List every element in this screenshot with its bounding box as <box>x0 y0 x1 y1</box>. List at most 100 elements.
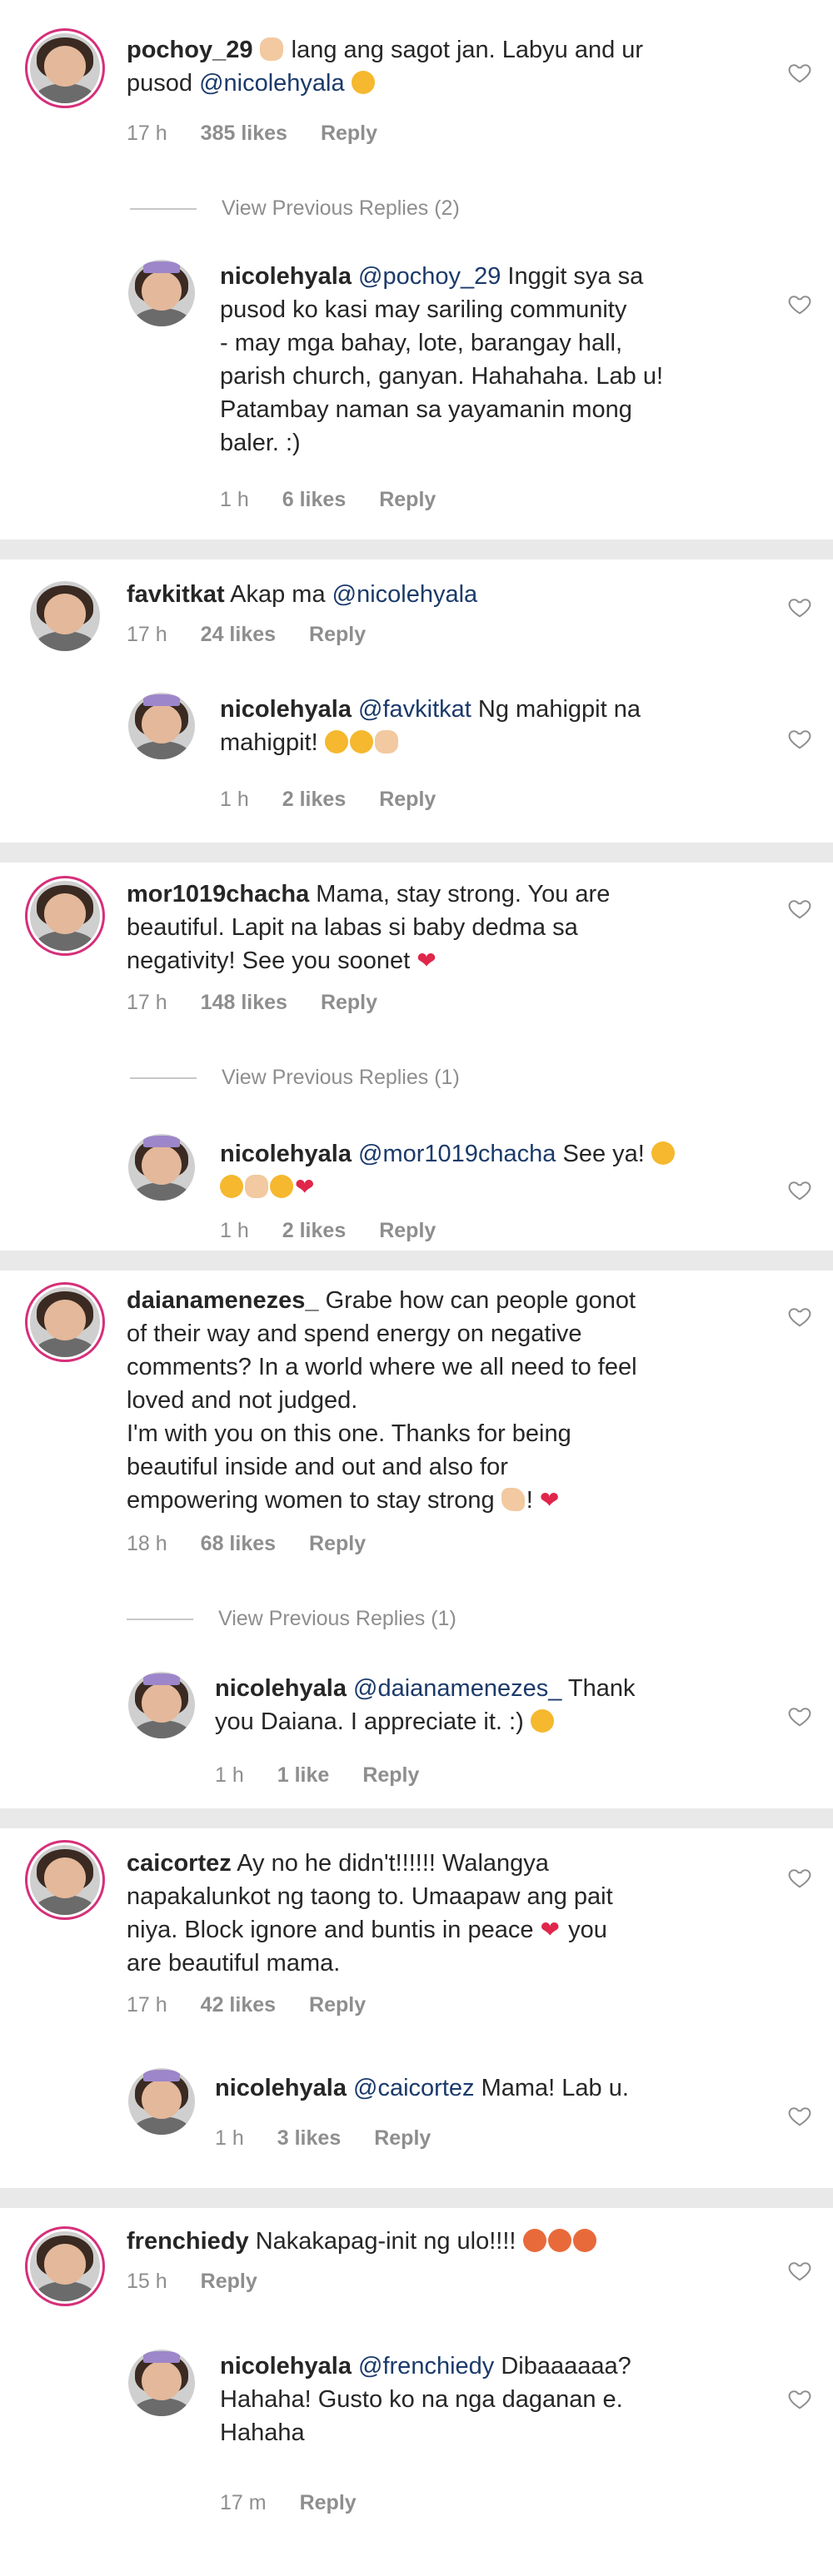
comment-meta: 15 h Reply <box>127 2270 257 2293</box>
avatar[interactable] <box>30 1845 100 1915</box>
reply-text: nicolehyala @pochoy_29 Inggit sya sa pus… <box>220 263 664 456</box>
avatar[interactable] <box>128 2350 195 2416</box>
reply-button[interactable]: Reply <box>374 2126 431 2150</box>
reply-button[interactable]: Reply <box>300 2491 357 2514</box>
likes-count[interactable]: 2 likes <box>282 1219 346 1242</box>
reply-meta: 1 h2 likes Reply <box>220 1219 436 1242</box>
reply-button[interactable]: Reply <box>201 2270 257 2293</box>
reply-button[interactable]: Reply <box>321 122 377 145</box>
reply-button[interactable]: Reply <box>362 1763 419 1787</box>
mention-link[interactable]: @frenchiedy <box>358 2353 494 2380</box>
kiss-emoji <box>220 1175 243 1198</box>
comment-meta: 18 h 68 likes Reply <box>127 1532 367 1555</box>
likes-count[interactable]: 68 likes <box>201 1532 276 1555</box>
angry-face-emoji <box>572 2229 596 2252</box>
mention-link[interactable]: @caicortez <box>353 2075 474 2101</box>
reply-username[interactable]: nicolehyala <box>220 696 352 723</box>
reply-button[interactable]: Reply <box>379 788 436 811</box>
heart-outline-icon[interactable] <box>787 2103 812 2128</box>
comment-username[interactable]: favkitkat <box>127 581 225 608</box>
comment-thread-2: favkitkat Akap ma @nicolehyala 17 h 24 li… <box>0 559 833 843</box>
comment-thread-1: pochoy_29 lang ang sagot jan. Labyu and … <box>0 0 833 559</box>
heart-outline-icon[interactable] <box>787 2386 812 2411</box>
mention-link[interactable]: @favkitkat <box>358 696 471 723</box>
view-previous-replies[interactable]: View Previous Replies (1) <box>130 1066 460 1090</box>
heart-outline-icon[interactable] <box>787 60 812 85</box>
comment-text: frenchiedy Nakakapag-init ng ulo!!!! <box>127 2225 598 2258</box>
comment-thread-5: caicortez Ay no he didn't!!!!!! Walangya… <box>0 1828 833 2208</box>
section-separator <box>0 2188 833 2208</box>
avatar[interactable] <box>30 581 100 651</box>
reply-meta: 17 m Reply <box>220 2491 357 2514</box>
heart-outline-icon[interactable] <box>787 1703 812 1728</box>
avatar[interactable] <box>30 881 100 951</box>
comment-username[interactable]: caicortez <box>127 1850 232 1877</box>
reply-button[interactable]: Reply <box>379 488 436 511</box>
red-heart-emoji: ❤ <box>540 1917 561 1942</box>
comment-text: caicortez Ay no he didn't!!!!!! Walangya… <box>127 1850 613 1977</box>
mention-link[interactable]: @nicolehyala <box>332 581 478 608</box>
mention-link[interactable]: @pochoy_29 <box>358 263 501 290</box>
mention-link[interactable]: @daianamenezes_ <box>353 1675 561 1702</box>
avatar[interactable] <box>128 1672 195 1738</box>
avatar[interactable] <box>128 260 195 326</box>
heart-outline-icon[interactable] <box>787 1177 812 1202</box>
comment-username[interactable]: pochoy_29 <box>127 37 253 63</box>
reply-button[interactable]: Reply <box>321 991 377 1014</box>
reply-button[interactable]: Reply <box>309 1532 366 1555</box>
view-previous-replies[interactable]: View Previous Replies (2) <box>130 196 460 221</box>
avatar[interactable] <box>30 1287 100 1357</box>
avatar[interactable] <box>128 693 195 759</box>
reply-text: nicolehyala @caicortez Mama! Lab u. <box>215 2075 629 2101</box>
likes-count[interactable]: 2 likes <box>282 788 346 811</box>
comment-username[interactable]: mor1019chacha <box>127 881 309 908</box>
ok-hand-emoji <box>259 37 283 61</box>
mention-link[interactable]: @nicolehyala <box>199 70 345 97</box>
mention-link[interactable]: @mor1019chacha <box>358 1141 556 1167</box>
avatar[interactable] <box>128 1134 195 1201</box>
reply-username[interactable]: nicolehyala <box>220 1141 352 1167</box>
comment-meta: 17 h 148 likes Reply <box>127 991 378 1014</box>
heart-outline-icon[interactable] <box>787 2258 812 2283</box>
likes-count[interactable]: 24 likes <box>201 623 276 646</box>
comment-thread-4: daianamenezes_ Grabe how can people gono… <box>0 1271 833 1830</box>
avatar[interactable] <box>128 2068 195 2135</box>
comment-username[interactable]: frenchiedy <box>127 2228 249 2255</box>
heart-outline-icon[interactable] <box>787 1304 812 1329</box>
reply-username[interactable]: nicolehyala <box>220 263 352 290</box>
reply-button[interactable]: Reply <box>379 1219 436 1242</box>
likes-count[interactable]: 385 likes <box>201 122 287 145</box>
comment-meta: 17 h 385 likes Reply <box>127 122 411 146</box>
reply-meta: 1 h6 likes Reply <box>220 488 436 511</box>
heart-outline-icon[interactable] <box>787 291 812 316</box>
reply-username[interactable]: nicolehyala <box>220 2353 352 2380</box>
avatar[interactable] <box>30 2231 100 2301</box>
comment-username[interactable]: daianamenezes_ <box>127 1287 319 1314</box>
heart-outline-icon[interactable] <box>787 896 812 921</box>
reply-text: nicolehyala @favkitkat Ng mahigpit na ma… <box>220 696 641 756</box>
likes-count[interactable]: 148 likes <box>201 991 287 1014</box>
heart-outline-icon[interactable] <box>787 594 812 619</box>
likes-count[interactable]: 6 likes <box>282 488 346 511</box>
reply-button[interactable]: Reply <box>309 1993 366 2017</box>
flexed-biceps-emoji <box>501 1488 525 1511</box>
reply-meta: 1 h3 likes Reply <box>215 2126 431 2150</box>
comment-text: favkitkat Akap ma @nicolehyala <box>127 581 478 608</box>
likes-count[interactable]: 42 likes <box>201 1993 276 2017</box>
reply-button[interactable]: Reply <box>309 623 366 646</box>
avatar[interactable] <box>30 33 100 103</box>
reply-text: nicolehyala @daianamenezes_ Thank you Da… <box>215 1675 636 1735</box>
reply-username[interactable]: nicolehyala <box>215 2075 347 2101</box>
likes-count[interactable]: 1 like <box>277 1763 330 1787</box>
angry-face-emoji <box>547 2229 571 2252</box>
comment-meta: 17 h 24 likes Reply <box>127 623 367 646</box>
section-separator <box>0 843 833 863</box>
heart-outline-icon[interactable] <box>787 726 812 751</box>
section-separator <box>0 1251 833 1271</box>
likes-count[interactable]: 3 likes <box>277 2126 341 2150</box>
reply-meta: 1 h2 likes Reply <box>220 788 436 811</box>
view-previous-replies[interactable]: View Previous Replies (1) <box>127 1607 456 1631</box>
comment-text: mor1019chacha Mama, stay strong. You are… <box>127 878 610 977</box>
reply-username[interactable]: nicolehyala <box>215 1675 347 1702</box>
heart-outline-icon[interactable] <box>787 1865 812 1890</box>
